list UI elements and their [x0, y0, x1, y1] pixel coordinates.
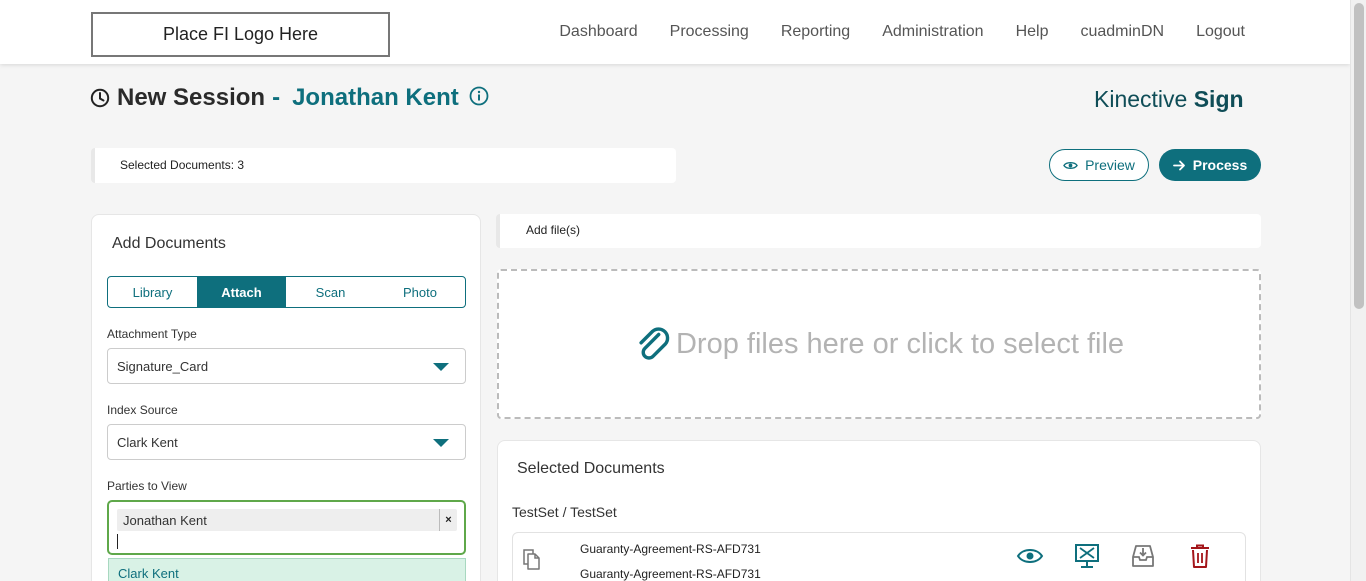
dropzone-text: Drop files here or click to select file	[675, 327, 1125, 360]
process-label: Process	[1192, 157, 1248, 173]
kinective-sign-brand: Kinective Sign	[1094, 86, 1244, 113]
tab-scan[interactable]: Scan	[286, 277, 375, 307]
process-button[interactable]: Process	[1159, 149, 1261, 181]
index-source-value: Clark Kent	[117, 435, 178, 450]
party-chip-label: Jonathan Kent	[123, 513, 207, 528]
paperclip-icon	[639, 327, 670, 360]
preview-button[interactable]: Preview	[1049, 149, 1149, 181]
nav-user[interactable]: cuadminDN	[1080, 23, 1164, 41]
document-set-label: TestSet / TestSet	[512, 504, 617, 520]
nav-logout[interactable]: Logout	[1196, 23, 1245, 41]
chevron-down-icon	[433, 439, 449, 447]
main-nav: Dashboard Processing Reporting Administr…	[527, 0, 1245, 64]
party-chip: Jonathan Kent ×	[117, 509, 457, 531]
text-cursor	[117, 534, 118, 549]
tab-attach[interactable]: Attach	[197, 277, 286, 307]
documents-icon	[523, 549, 540, 570]
clock-icon	[90, 88, 110, 108]
chip-remove-button[interactable]: ×	[439, 509, 457, 531]
eye-icon	[1063, 161, 1078, 169]
download-tray-icon[interactable]	[1129, 543, 1157, 569]
page-title-prefix: New Session	[117, 84, 266, 111]
attachment-type-select[interactable]: Signature_Card	[107, 348, 466, 384]
file-dropzone[interactable]: Drop files here or click to select file	[497, 269, 1261, 419]
tab-photo[interactable]: Photo	[375, 277, 465, 307]
fi-logo-placeholder[interactable]: Place FI Logo Here	[91, 12, 390, 57]
add-documents-panel: Add Documents Library Attach Scan Photo …	[91, 214, 481, 581]
scrollbar-thumb[interactable]	[1354, 3, 1364, 309]
page-scrollbar[interactable]	[1350, 0, 1366, 581]
nav-administration[interactable]: Administration	[882, 23, 983, 41]
top-navbar: Place FI Logo Here Dashboard Processing …	[0, 0, 1350, 64]
attachment-type-value: Signature_Card	[117, 359, 209, 374]
signature-screen-icon[interactable]	[1073, 543, 1101, 569]
chevron-down-icon	[433, 363, 449, 371]
trash-icon[interactable]	[1186, 543, 1214, 569]
source-tabs: Library Attach Scan Photo	[107, 276, 466, 308]
nav-processing[interactable]: Processing	[670, 23, 749, 41]
document-description: Guaranty-Agreement-RS-AFD731	[580, 567, 761, 581]
tab-library[interactable]: Library	[108, 277, 197, 307]
add-documents-title: Add Documents	[112, 235, 226, 252]
document-name: Guaranty-Agreement-RS-AFD731	[580, 542, 761, 556]
attachment-type-label: Attachment Type	[107, 327, 197, 341]
document-card: Guaranty-Agreement-RS-AFD731 Guaranty-Ag…	[512, 532, 1246, 581]
preview-label: Preview	[1085, 157, 1135, 173]
add-files-header: Add file(s)	[496, 214, 1261, 248]
title-separator: -	[272, 84, 281, 111]
info-icon[interactable]	[469, 86, 489, 106]
nav-reporting[interactable]: Reporting	[781, 23, 850, 41]
session-party-name: Jonathan Kent	[292, 84, 459, 111]
parties-to-view-multiselect[interactable]: Jonathan Kent ×	[107, 500, 466, 555]
brand-light: Kinective	[1094, 86, 1188, 112]
index-source-select[interactable]: Clark Kent	[107, 424, 466, 460]
parties-to-view-label: Parties to View	[107, 479, 187, 493]
selected-documents-title: Selected Documents	[517, 460, 665, 477]
selected-documents-panel: Selected Documents TestSet / TestSet Gua…	[497, 440, 1261, 581]
nav-help[interactable]: Help	[1016, 23, 1049, 41]
index-source-label: Index Source	[107, 403, 178, 417]
parties-dropdown-option[interactable]: Clark Kent	[108, 558, 466, 581]
page-title: New Session - Jonathan Kent	[90, 84, 489, 112]
nav-dashboard[interactable]: Dashboard	[559, 23, 637, 41]
view-icon[interactable]	[1016, 543, 1044, 569]
brand-bold: Sign	[1193, 86, 1244, 112]
arrow-right-icon	[1172, 160, 1185, 170]
selected-documents-count: Selected Documents: 3	[91, 148, 676, 183]
